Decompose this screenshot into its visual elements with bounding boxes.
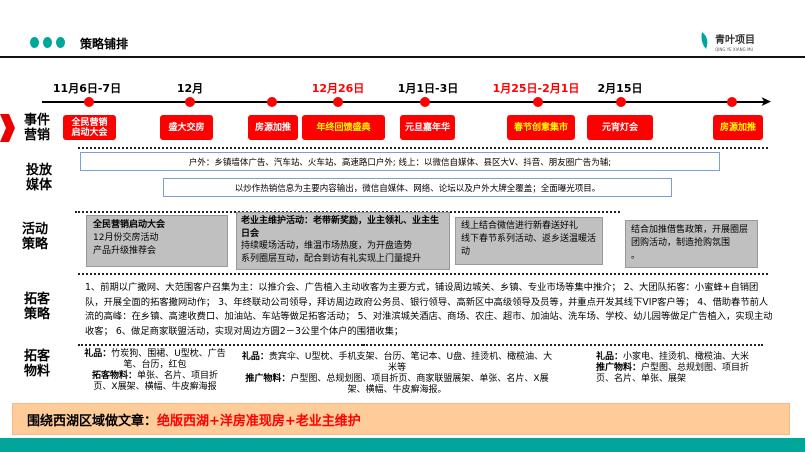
logo: 青叶项目 QING YE XIANG MU <box>700 30 765 52</box>
header-dot <box>30 37 39 48</box>
event-box: 元宵灯会 <box>587 115 653 140</box>
timeline-axis <box>42 101 767 103</box>
chevron-right-icon <box>0 114 15 142</box>
event-box: 年终回馈盛典 <box>302 115 385 140</box>
header-dot <box>43 37 52 48</box>
timeline-dot <box>727 97 737 107</box>
activity-box: 全民营销启动大会 12月份交房活动 产品升级推荐会 <box>86 215 228 267</box>
timeline-dot <box>333 97 343 107</box>
materials-col: 礼品：贵宾伞、U型枕、手机支架、台历、笔记本、U盘、挂烫机、橄榄油、大米等 推广… <box>241 352 553 395</box>
section-label-activity: 活动策略 <box>22 222 49 252</box>
event-box: 春节创意集市 <box>507 115 575 140</box>
activity-box: 结合加推借售政策，开展圈层团购活动，制造抢购氛围 。 <box>625 220 758 268</box>
activity-box: 线上结合微信进行新春送好礼 线下春节系列活动、返乡送温暖活动 <box>455 217 603 265</box>
activity-box: 老业主维护活动：老带新奖励，业主领礼、业主生日会 持续暖场活动，维温市场热度，为… <box>236 212 450 270</box>
timeline-dot <box>616 97 626 107</box>
timeline-dot <box>420 97 430 107</box>
timeline-date: 1月1日-3日 <box>397 82 459 95</box>
media-box: 户外：乡镇墙体广告、汽车站、火车站、高速路口户外; 线上：以微信自媒体、县区大V… <box>80 152 720 171</box>
section-label-acquisition: 拓客策略 <box>24 292 51 322</box>
materials-col: 礼品：小家电、挂烫机、橄榄油、大米 推广物料：户型图、总规划图、项目折页、名片、… <box>596 352 750 384</box>
timeline-dot <box>185 97 195 107</box>
divider <box>363 344 763 346</box>
divider <box>78 273 768 275</box>
event-box: 盛大交房 <box>160 115 213 140</box>
timeline-dot <box>84 97 94 107</box>
header-divider <box>0 56 805 58</box>
divider <box>78 147 768 149</box>
materials-col: 礼品：竹炭狗、围裙、U型枕、广告笔、台历，红包 拓客物料：单张、名片、项目折页、… <box>84 349 226 392</box>
arrow-right-icon: ➤ <box>760 94 772 110</box>
event-box: 全民营销启动大会 <box>63 115 116 140</box>
section-label-media: 投放媒体 <box>26 163 53 193</box>
acquisition-text: 1、前期以广撒网、大范围客户召集为主：以推介会、广告植入主动收客为主要方式，铺设… <box>85 282 773 337</box>
header-dot <box>56 37 65 48</box>
timeline-date: 12月 <box>176 82 204 95</box>
event-box: 房源加推 <box>248 115 298 140</box>
section-label-materials: 拓客物料 <box>24 349 51 379</box>
timeline-date: 1月25日-2月1日 <box>492 82 580 95</box>
timeline-dot <box>267 97 277 107</box>
timeline-date: 11月6日-7日 <box>52 82 122 95</box>
media-box: 以炒作热销信息为主要内容输出，微信自媒体、网络、论坛以及户外大牌全覆盖；全面曝光… <box>163 178 672 197</box>
timeline-date: 12月26日 <box>311 82 365 95</box>
page-title: 策略铺排 <box>80 37 129 51</box>
section-label-event: 事件营销 <box>24 113 51 143</box>
leaf-icon <box>701 32 708 49</box>
timeline-dot <box>533 97 543 107</box>
summary-banner: 围绕西湖区域做文章： 绝版西湖+洋房准现房+老业主维护 <box>12 403 790 435</box>
divider <box>78 344 363 346</box>
event-box: 元旦嘉年华 <box>400 115 455 140</box>
footer-bar <box>0 438 805 452</box>
timeline-date: 2月15日 <box>597 82 643 95</box>
event-box: 房源加推 <box>713 115 763 140</box>
